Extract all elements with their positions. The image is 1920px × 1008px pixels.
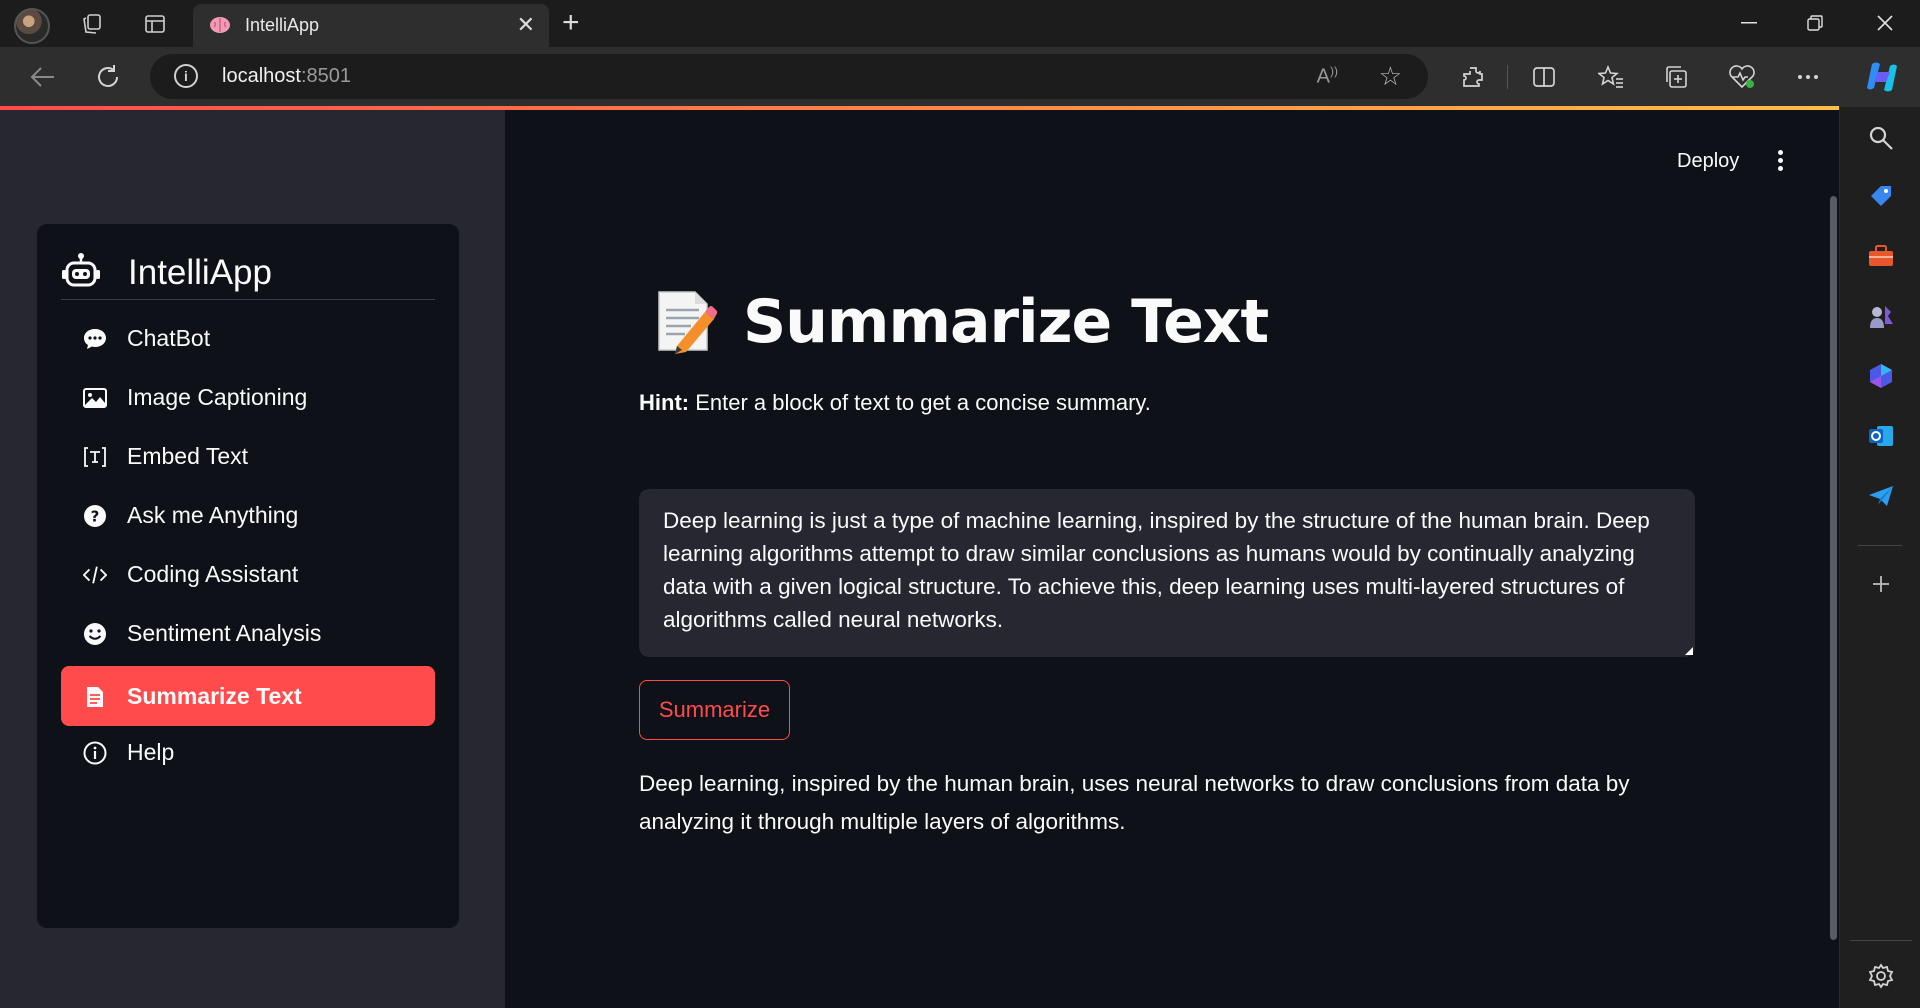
send-icon[interactable] <box>1864 479 1898 513</box>
browser-tab-strip: IntelliApp ✕ + <box>0 0 1920 47</box>
menu-item-chatbot[interactable]: ChatBot <box>61 308 435 368</box>
chat-icon <box>83 327 107 351</box>
image-icon <box>83 386 107 410</box>
option-menu: IntelliApp ChatBot Image Captioning Embe… <box>37 224 459 928</box>
copilot-icon[interactable] <box>1862 57 1902 97</box>
menu-item-ask-me-anything[interactable]: ? Ask me Anything <box>61 485 435 545</box>
menu-item-embed-text[interactable]: Embed Text <box>61 426 435 486</box>
menu-item-label: Image Captioning <box>127 384 308 410</box>
profile-avatar[interactable] <box>14 8 50 44</box>
minimize-icon[interactable] <box>1727 8 1771 38</box>
menu-item-label: Sentiment Analysis <box>127 620 322 646</box>
text-input-area[interactable]: Deep learning is just a type of machine … <box>639 489 1695 657</box>
sidebar-settings-gear-icon[interactable] <box>1864 959 1898 993</box>
tab-actions-icon[interactable] <box>141 10 169 38</box>
favorite-star-icon[interactable]: ☆ <box>1379 61 1402 92</box>
read-aloud-icon[interactable]: A)) <box>1317 64 1338 89</box>
hint-text: Hint: Enter a block of text to get a con… <box>639 390 1151 415</box>
page-title: Summarize Text <box>743 287 1269 357</box>
back-icon[interactable] <box>26 61 58 93</box>
browser-tab-intelliapp[interactable]: IntelliApp ✕ <box>193 4 549 47</box>
menu-item-image-captioning[interactable]: Image Captioning <box>61 367 435 427</box>
text-input-value: Deep learning is just a type of machine … <box>663 508 1650 632</box>
summarize-button[interactable]: Summarize <box>639 680 790 740</box>
refresh-icon[interactable] <box>92 61 124 93</box>
svg-text:?: ? <box>91 508 100 526</box>
resize-handle[interactable] <box>1685 647 1693 655</box>
main-menu-kebab-icon[interactable] <box>1778 150 1784 172</box>
favorites-icon[interactable] <box>1595 61 1627 93</box>
app-sidebar: IntelliApp ChatBot Image Captioning Embe… <box>0 110 505 1008</box>
smile-icon <box>83 622 107 646</box>
extensions-icon[interactable] <box>1457 61 1489 93</box>
embed-icon <box>83 445 107 469</box>
restore-icon[interactable] <box>1793 8 1837 38</box>
browser-toolbar: i localhost:8501 A)) ☆ <box>0 47 1920 107</box>
app-title: IntelliApp <box>128 253 272 292</box>
collections-icon[interactable] <box>1660 61 1692 93</box>
document-icon <box>83 685 107 709</box>
memo-icon <box>658 291 717 354</box>
tab-title: IntelliApp <box>245 15 320 35</box>
games-icon[interactable] <box>1864 299 1898 333</box>
new-tab-icon[interactable]: + <box>562 6 580 40</box>
info-icon <box>83 741 107 765</box>
menu-item-label: Coding Assistant <box>127 561 299 587</box>
edge-sidebar <box>1839 107 1920 1008</box>
menu-header: IntelliApp <box>61 250 435 300</box>
url-text: localhost:8501 <box>222 65 351 87</box>
brain-icon <box>210 17 230 33</box>
menu-item-summarize-text[interactable]: Summarize Text <box>61 666 435 726</box>
main-content: Deploy Summarize Text Hint: Enter a bloc… <box>505 110 1839 1008</box>
search-icon[interactable] <box>1864 121 1898 155</box>
address-bar[interactable]: i localhost:8501 A)) ☆ <box>150 54 1428 99</box>
menu-item-label: Help <box>127 739 175 765</box>
close-window-icon[interactable] <box>1863 8 1907 38</box>
menu-item-label: Embed Text <box>127 443 249 469</box>
microsoft-365-icon[interactable] <box>1864 359 1898 393</box>
more-options-icon[interactable] <box>1792 61 1824 93</box>
code-icon <box>83 563 107 587</box>
robot-icon <box>62 253 100 287</box>
shopping-tag-icon[interactable] <box>1864 179 1898 213</box>
menu-item-label: Ask me Anything <box>127 502 299 528</box>
split-screen-icon[interactable] <box>1528 61 1560 93</box>
menu-item-help[interactable]: Help <box>61 722 435 782</box>
close-tab-icon[interactable]: ✕ <box>517 12 535 38</box>
site-info-icon[interactable]: i <box>174 64 198 88</box>
question-icon: ? <box>83 504 107 528</box>
outlook-icon[interactable] <box>1864 419 1898 453</box>
browser-essentials-icon[interactable] <box>1726 61 1758 93</box>
menu-item-label: ChatBot <box>127 325 211 351</box>
deploy-button[interactable]: Deploy <box>1677 150 1739 173</box>
menu-item-label: Summarize Text <box>127 683 302 709</box>
menu-item-sentiment-analysis[interactable]: Sentiment Analysis <box>61 603 435 663</box>
menu-item-coding-assistant[interactable]: Coding Assistant <box>61 544 435 604</box>
scrollbar[interactable] <box>1830 196 1837 940</box>
workspaces-icon[interactable] <box>78 10 106 38</box>
tools-icon[interactable] <box>1864 239 1898 273</box>
add-sidebar-app-icon[interactable] <box>1864 567 1898 601</box>
summary-result: Deep learning, inspired by the human bra… <box>639 771 1630 834</box>
